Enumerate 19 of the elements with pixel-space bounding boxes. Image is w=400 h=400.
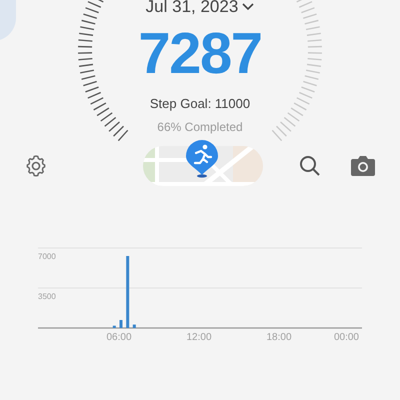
x-axis-label: 00:00 xyxy=(334,332,359,343)
bar xyxy=(112,326,116,328)
running-pin-icon[interactable] xyxy=(185,140,219,178)
x-axis-label: 06:00 xyxy=(106,332,132,343)
bar xyxy=(120,320,122,328)
search-icon[interactable] xyxy=(298,154,322,178)
step-goal: Step Goal: 11000 xyxy=(150,95,250,113)
x-axis-label: 12:00 xyxy=(186,332,212,343)
bar xyxy=(126,256,130,328)
x-axis-label: 18:00 xyxy=(266,332,292,343)
settings-icon[interactable] xyxy=(24,154,48,178)
bar xyxy=(132,324,136,328)
date-selector[interactable]: Jul 31, 2023 xyxy=(146,0,254,16)
completion-percent: 66% Completed xyxy=(157,118,243,136)
y-axis-label: 7000 xyxy=(38,252,56,261)
y-axis-label: 3500 xyxy=(38,292,56,301)
camera-icon[interactable] xyxy=(350,155,376,177)
step-count: 7287 xyxy=(138,24,262,84)
chevron-down-icon xyxy=(242,3,254,11)
